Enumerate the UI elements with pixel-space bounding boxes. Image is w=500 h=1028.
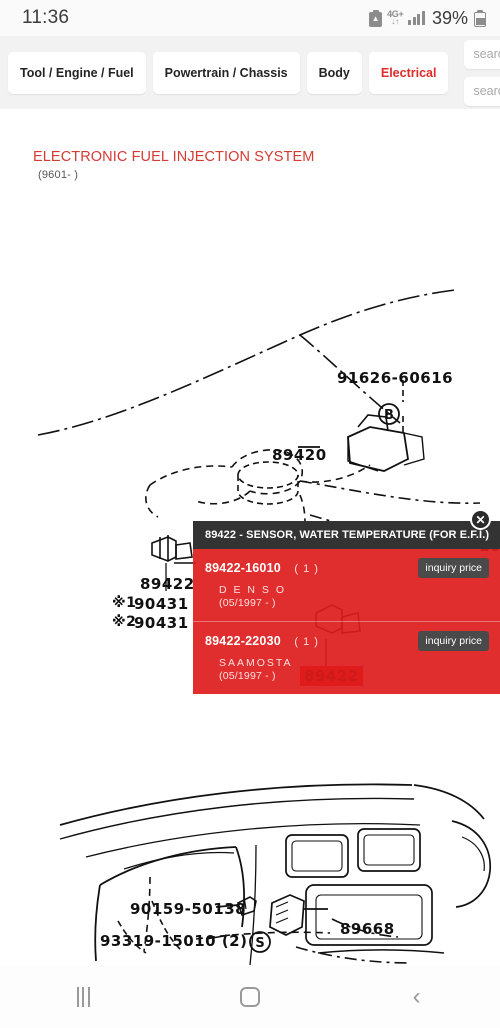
part-quantity: ( 1 ) [294, 636, 319, 648]
part-number: 89422-16010 [205, 561, 281, 575]
diagram-label-90159-50138[interactable]: 90159-50138 [130, 900, 246, 918]
recents-icon [76, 986, 90, 1007]
network-arrows-icon: ↓↑ [391, 17, 400, 26]
back-icon: ‹ [412, 982, 421, 1010]
close-icon[interactable]: ✕ [470, 509, 491, 530]
category-tab-bar: Tool / Engine / Fuel Powertrain / Chassi… [0, 36, 500, 109]
part-brand: SAAMOSTA [219, 657, 293, 669]
circle-marker-s: S [255, 936, 264, 951]
battery-icon [474, 9, 486, 27]
part-date-range: (05/1997 - ) [219, 670, 276, 682]
page-title: ELECTRONIC FUEL INJECTION SYSTEM [33, 149, 315, 165]
popup-part-row-2[interactable]: 89422-22030 ( 1 ) inquiry price SAAMOSTA… [193, 621, 500, 694]
recents-button[interactable] [48, 977, 118, 1017]
diagram-label-91626-60616[interactable]: 91626-60616 [337, 369, 453, 387]
diagram-label-90431-2[interactable]: 90431 [134, 614, 189, 632]
search-fields: search s search b [464, 39, 500, 106]
tab-body[interactable]: Body [306, 51, 362, 94]
popup-part-list: 89422-16010 ( 1 ) inquiry price D E N S … [193, 549, 500, 694]
part-date-range: (05/1997 - ) [219, 597, 276, 609]
part-brand: D E N S O [219, 584, 287, 596]
tab-powertrain-chassis[interactable]: Powertrain / Chassis [152, 51, 300, 94]
status-time: 11:36 [22, 7, 70, 28]
alarm-battery-icon: ▲ [369, 9, 383, 27]
diagram-label-90431-1[interactable]: 90431 [134, 595, 189, 613]
inquiry-price-button[interactable]: inquiry price [418, 558, 489, 578]
part-quantity: ( 1 ) [294, 563, 319, 575]
popup-title: 89422 - SENSOR, WATER TEMPERATURE (FOR E… [193, 521, 500, 549]
diagram-label-mark-2: ※2 [112, 614, 137, 630]
home-icon [239, 986, 260, 1007]
home-button[interactable] [215, 977, 285, 1017]
signal-bars-icon [408, 11, 425, 25]
search-name-input[interactable]: search b [464, 76, 500, 106]
android-nav-bar: ‹ [0, 965, 500, 1028]
diagram-label-mark-1: ※1 [112, 595, 137, 611]
tab-electrical[interactable]: Electrical [368, 51, 449, 94]
diagram-label-89422-upper[interactable]: 89422 [140, 575, 195, 593]
part-number: 89422-22030 [205, 634, 281, 648]
diagram-label-89668[interactable]: 89668 [340, 920, 395, 938]
page-subtitle: (9601- ) [38, 169, 79, 181]
inquiry-price-button[interactable]: inquiry price [418, 631, 489, 651]
status-icons: ▲ 4G+ ↓↑ 39% [369, 8, 486, 29]
status-bar: 11:36 ▲ 4G+ ↓↑ 39% [0, 0, 500, 36]
diagram-label-89420[interactable]: 89420 [272, 446, 327, 464]
tab-tool-engine-fuel[interactable]: Tool / Engine / Fuel [8, 51, 146, 94]
battery-percent: 39% [431, 7, 468, 28]
part-detail-popup: 89422 - SENSOR, WATER TEMPERATURE (FOR E… [193, 521, 500, 694]
circle-marker-b: B [384, 408, 394, 423]
app-root: 11:36 ▲ 4G+ ↓↑ 39% Tool / Engine / Fuel … [0, 0, 500, 1028]
network-type-icon: 4G+ ↓↑ [387, 10, 404, 26]
back-button[interactable]: ‹ [382, 977, 452, 1017]
diagram-label-93319-15010[interactable]: 93319-15010 (2) [100, 932, 247, 950]
search-part-input[interactable]: search s [464, 39, 500, 69]
popup-part-row-1[interactable]: 89422-16010 ( 1 ) inquiry price D E N S … [193, 549, 500, 621]
